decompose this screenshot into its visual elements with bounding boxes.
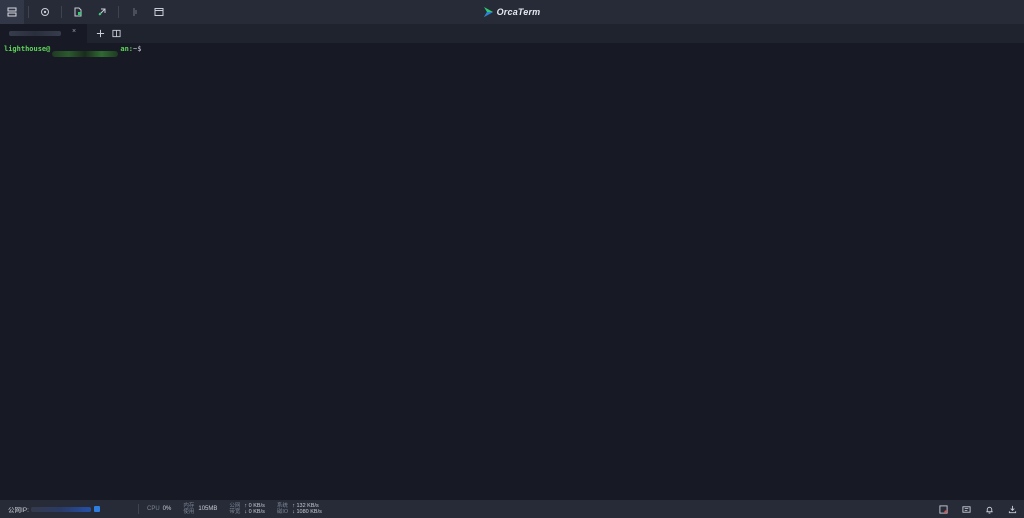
toolbar-divider [61, 6, 62, 18]
console-button[interactable] [955, 500, 978, 518]
download-button[interactable] [1001, 500, 1024, 518]
plus-icon [96, 29, 104, 38]
window-icon [154, 8, 164, 16]
console-icon [962, 505, 971, 513]
download-icon [1008, 505, 1017, 513]
cpu-value: 0% [162, 506, 172, 512]
terminal-viewport[interactable]: lighthouse@ an: ~$ [0, 43, 1024, 500]
net-label-bottom: 带宽 [229, 509, 241, 515]
cpu-label: CPU [147, 506, 160, 512]
top-toolbar: OrcaTerm [0, 0, 1024, 24]
toolbar-divider [118, 6, 119, 18]
brand-name: OrcaTerm [496, 7, 541, 17]
tab-close-icon[interactable]: × [72, 28, 76, 35]
add-tab-button[interactable] [92, 24, 108, 43]
prompt-host-suffix: an: [120, 45, 134, 53]
net-down-value: ↓ 0 KB/s [244, 509, 265, 515]
disk-label-bottom: 磁IO [276, 509, 289, 515]
split-pane-icon [111, 29, 121, 38]
redacted-tab-label [9, 31, 61, 36]
settings-button[interactable] [33, 0, 57, 24]
server-list-icon [7, 7, 17, 17]
public-ip-section: 公网IP: [0, 504, 138, 514]
prompt-path: ~$ [133, 45, 142, 53]
split-pane-button[interactable] [108, 24, 124, 43]
public-ip-label: 公网IP: [8, 507, 29, 514]
bell-icon [986, 506, 993, 514]
status-divider [138, 504, 139, 514]
deploy-button[interactable] [90, 0, 114, 24]
mem-value: 105MB [198, 506, 218, 512]
copy-ip-icon[interactable] [93, 506, 100, 512]
session-tab[interactable]: × [0, 24, 87, 43]
cpu-usage: CPU 0% [147, 506, 171, 512]
status-bar: 公网IP: CPU 0% 内存 使用 105MB 公网 带宽 ↑ 0 KB/s … [0, 500, 1024, 518]
window-button[interactable] [147, 0, 171, 24]
memory-usage: 内存 使用 105MB [183, 503, 217, 516]
notification-button[interactable] [978, 500, 1001, 518]
toolbar-divider [28, 6, 29, 18]
disk-io: 系统 磁IO ↑ 132 KB/s ↓ 1080 KB/s [277, 503, 322, 516]
orcaterm-logo-icon [483, 7, 493, 17]
file-transfer-button[interactable] [66, 0, 90, 24]
record-button[interactable] [932, 500, 955, 518]
mem-label-bottom: 使用 [183, 509, 195, 515]
session-tab-bar: × [0, 24, 1024, 43]
settings-icon [41, 8, 49, 16]
network-bandwidth: 公网 带宽 ↑ 0 KB/s ↓ 0 KB/s [229, 503, 265, 516]
public-ip-redacted [30, 506, 91, 512]
disk-down-value: ↓ 1080 KB/s [292, 509, 322, 515]
deploy-icon [98, 8, 106, 16]
file-transfer-icon [74, 7, 82, 17]
server-list-button[interactable] [0, 0, 24, 24]
prompt-user: lighthouse@ [4, 45, 51, 53]
record-icon [939, 504, 948, 514]
split-icon [133, 8, 137, 16]
split-button[interactable] [123, 0, 147, 24]
terminal-prompt-line: lighthouse@ an: ~$ [4, 44, 1020, 57]
